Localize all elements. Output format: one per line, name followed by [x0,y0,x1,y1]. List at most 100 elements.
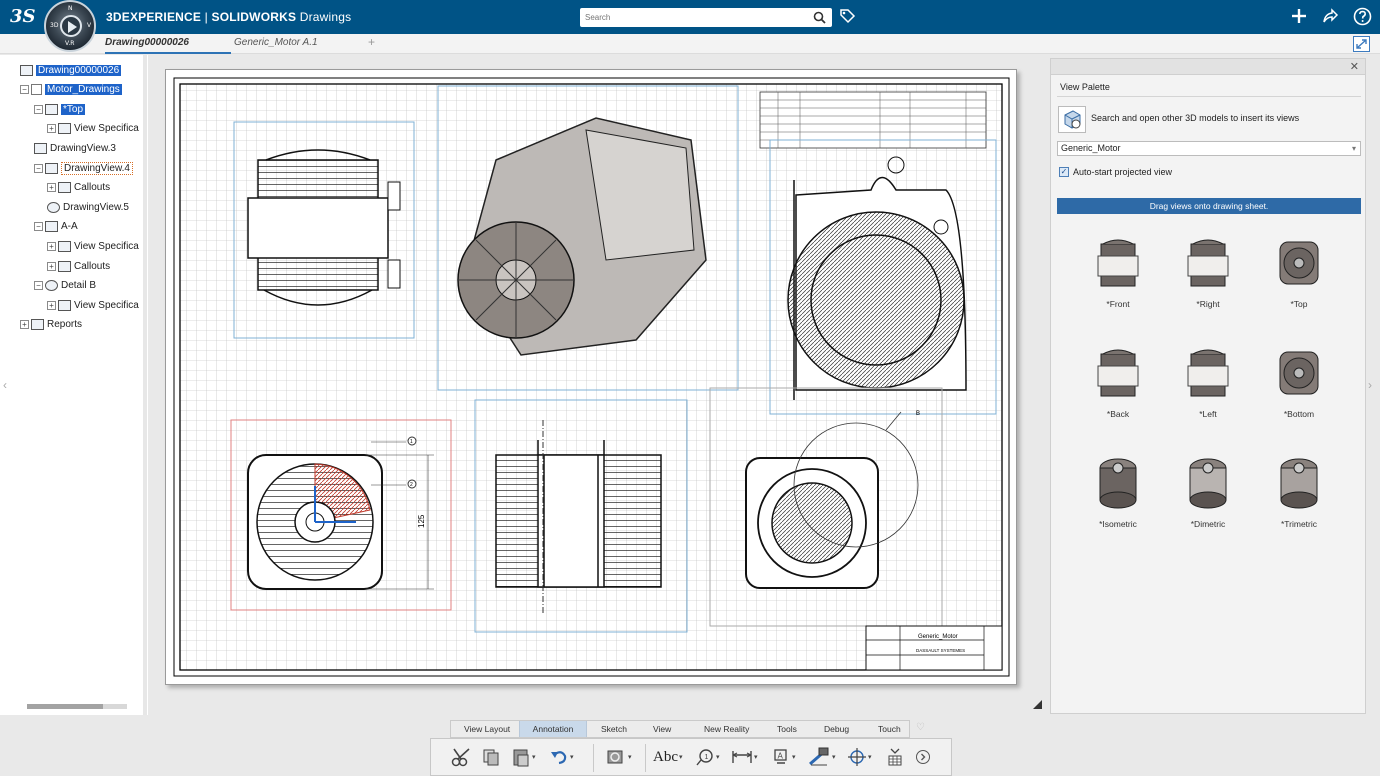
expand-icon[interactable]: + [47,241,56,251]
palette-view-isometric[interactable]: *Isometric [1078,454,1158,529]
motor-isometric-thumbnail [1099,458,1137,509]
add-icon[interactable] [1290,7,1308,25]
model-select[interactable]: Generic_Motor ▾ [1057,141,1361,156]
drawing-icon [20,64,33,76]
undo-button[interactable]: ▾ [549,746,574,768]
tab-debug[interactable]: Debug [824,724,849,734]
tab-tools[interactable]: Tools [777,724,797,734]
table-button[interactable] [885,746,905,768]
cut-button[interactable] [451,746,473,768]
expand-icon[interactable]: + [47,261,56,271]
datum-button[interactable]: A ▾ [771,746,796,768]
tree-node-section-aa[interactable]: − A-A [34,219,78,234]
collapse-icon[interactable]: − [34,104,43,114]
collapse-icon[interactable]: − [34,163,43,173]
tree-node-reports[interactable]: + Reports [20,317,82,332]
search-box[interactable] [580,8,832,27]
tab-drawing[interactable]: Drawing00000026 [105,37,231,54]
palette-view-dimetric[interactable]: *Dimetric [1168,454,1248,529]
tab-view[interactable]: View [653,724,671,734]
collapse-icon[interactable]: − [20,84,29,94]
tree-node-top[interactable]: − *Top [34,102,86,117]
tree-splitter[interactable] [143,55,147,715]
tree-node-label: Reports [47,319,83,330]
balloon-button[interactable]: 1 ▾ [695,746,720,768]
palette-view-trimetric[interactable]: *Trimetric [1259,454,1339,529]
right-panel-arrow-icon[interactable]: › [1368,378,1372,392]
search-icon[interactable] [813,11,826,24]
tag-icon[interactable] [839,8,856,25]
expand-icon[interactable]: + [47,300,56,310]
update-button[interactable]: ▾ [605,746,632,768]
resize-grip-icon[interactable] [1033,700,1042,709]
center-mark-button[interactable]: ▾ [847,746,872,768]
action-bar: View Layout Annotation Sketch View New R… [430,720,952,776]
palette-view-label: *Top [1290,299,1308,309]
search-input[interactable] [580,8,800,27]
palette-view-right[interactable]: *Right [1168,234,1248,309]
play-icon[interactable] [68,21,77,33]
collapse-icon[interactable]: − [34,221,43,231]
dimension-button[interactable]: ▾ [731,746,758,768]
ds-logo-icon[interactable]: 3S [10,6,36,27]
balloon-1-label: 1 [410,439,413,445]
compass-widget[interactable]: N 3D V V.R [44,0,96,52]
section-view-drawing[interactable] [787,156,967,400]
palette-header[interactable]: ✕ [1051,59,1365,75]
palette-view-top[interactable]: *Top [1259,234,1339,309]
maximize-icon[interactable] [1353,36,1370,52]
palette-view-front[interactable]: *Front [1078,234,1158,309]
tree-node-drawingview3[interactable]: DrawingView.3 [34,141,116,156]
tab-annotation[interactable]: Annotation [519,721,587,737]
palette-view-left[interactable]: *Left [1168,344,1248,419]
tree-node-view-spec-3[interactable]: + View Specifica [47,298,139,313]
detail-view-icon [45,279,58,291]
tree-node-motor-drawings[interactable]: − Motor_Drawings [20,82,122,97]
drawing-sheet-graphics: 1 2 125 B Generic_Motor DASSAULT SYSTEME… [173,77,1010,677]
text-button[interactable]: Abc ▾ [653,746,683,768]
datum-feature-icon: A [774,749,787,764]
copy-button[interactable] [481,746,501,768]
auto-start-checkbox[interactable]: ✓ [1059,167,1069,177]
left-panel-arrow-icon[interactable]: ‹ [3,378,7,392]
tree-node-detail-b[interactable]: − Detail B [34,278,96,293]
palette-view-back[interactable]: *Back [1078,344,1158,419]
tab-view-layout[interactable]: View Layout [464,724,510,734]
weld-symbol-button[interactable]: ▾ [807,746,836,768]
tree-node-drawingview4[interactable]: − DrawingView.4 [34,161,133,176]
auto-start-label: Auto-start projected view [1073,167,1173,177]
toolbar-separator [593,744,594,772]
front-view-drawing[interactable] [247,149,401,306]
tab-new-reality[interactable]: New Reality [704,724,749,734]
tree-node-callouts-1[interactable]: + Callouts [47,180,110,195]
more-tools-button[interactable] [915,746,931,768]
tree-node-callouts-2[interactable]: + Callouts [47,259,110,274]
scrollbar-thumb[interactable] [27,704,103,709]
close-icon[interactable]: ✕ [1350,60,1359,73]
add-tab-button[interactable]: + [368,35,375,49]
collapse-icon[interactable]: − [34,280,43,290]
drawing-sheet[interactable]: 1 2 125 B Generic_Motor DASSAULT SYSTEME… [165,69,1017,685]
open-model-icon[interactable] [1058,106,1086,133]
svg-text:1: 1 [705,754,709,761]
paste-button[interactable]: ▾ [511,746,536,768]
palette-view-bottom[interactable]: *Bottom [1259,344,1339,419]
tree-node-drawing[interactable]: Drawing00000026 [20,63,122,78]
tree-node-view-spec-1[interactable]: + View Specifica [47,121,139,136]
tree-node-label: View Specifica [74,300,139,311]
tree-node-drawingview5[interactable]: DrawingView.5 [47,200,129,215]
tab-touch[interactable]: Touch [878,724,901,734]
tree-node-label: View Specifica [74,241,139,252]
expand-icon[interactable]: + [20,319,29,329]
help-icon[interactable] [1353,7,1372,26]
expand-icon[interactable]: + [47,123,56,133]
title-block[interactable]: Generic_Motor DASSAULT SYSTEMES [865,625,1003,671]
tree-node-label: DrawingView.4 [61,162,133,175]
tree-horizontal-scrollbar[interactable] [27,704,127,709]
tab-sketch[interactable]: Sketch [601,724,627,734]
expand-icon[interactable]: + [47,182,56,192]
share-icon[interactable] [1321,7,1339,25]
tab-generic-motor[interactable]: Generic_Motor A.1 [234,37,318,48]
collapse-ribbon-icon[interactable]: ♡ [916,722,925,733]
tree-node-view-spec-2[interactable]: + View Specifica [47,239,139,254]
